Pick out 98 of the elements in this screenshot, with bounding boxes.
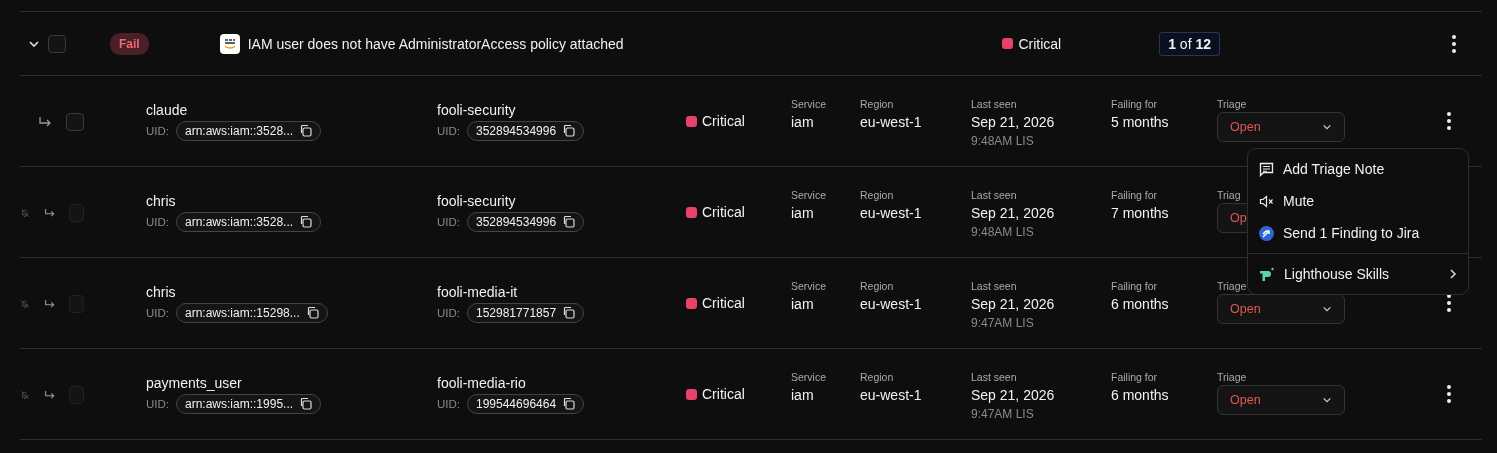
severity-label: Critical xyxy=(702,386,745,402)
field-label: Service xyxy=(791,98,827,110)
field-label: Region xyxy=(860,98,895,110)
more-icon[interactable] xyxy=(1452,34,1456,53)
copy-icon[interactable] xyxy=(299,397,313,410)
duration-value: 7 months xyxy=(1111,205,1170,221)
uid-label: UID: xyxy=(146,215,169,228)
resource-name: payments_user xyxy=(146,374,243,391)
uid-chip: arn:aws:iam::3528... xyxy=(176,211,322,232)
copy-icon[interactable] xyxy=(562,306,576,319)
uid-chip: 352894534996 xyxy=(467,120,585,141)
region-value: eu-west-1 xyxy=(860,296,923,312)
field-label: Triage xyxy=(1217,371,1248,383)
sparkle-logo-icon xyxy=(1259,266,1275,282)
uid-label: UID: xyxy=(437,215,460,228)
resource-name: chris xyxy=(146,192,177,209)
copy-icon[interactable] xyxy=(305,306,319,319)
field-label: Triage xyxy=(1217,98,1248,110)
uid-chip: arn:aws:iam::3528... xyxy=(176,120,322,141)
time-value: 9:48AM LIS xyxy=(971,225,1035,239)
service-value: iam xyxy=(791,296,815,312)
menu-item[interactable]: Send 1 Finding to Jira xyxy=(1248,217,1468,249)
copy-icon[interactable] xyxy=(562,397,576,410)
menu-item[interactable]: Add Triage Note xyxy=(1248,153,1468,185)
status-badge: Fail xyxy=(110,32,149,55)
child-arrow-icon xyxy=(43,298,56,310)
resource-name: claude xyxy=(146,101,189,118)
field-label: Last seen xyxy=(971,98,1018,110)
menu-item[interactable]: Lighthouse Skills xyxy=(1248,258,1468,290)
menu-item[interactable]: Mute xyxy=(1248,185,1468,217)
field-label: Region xyxy=(860,371,895,383)
copy-icon[interactable] xyxy=(299,124,313,137)
copy-icon[interactable] xyxy=(562,124,576,137)
triage-select[interactable]: Open xyxy=(1217,112,1345,142)
time-value: 9:47AM LIS xyxy=(971,407,1035,421)
uid-chip: 352894534996 xyxy=(467,211,585,232)
field-label: Region xyxy=(860,189,895,201)
severity-label: Critical xyxy=(702,295,745,311)
child-arrow-icon xyxy=(43,389,56,401)
region-value: eu-west-1 xyxy=(860,205,923,221)
uid-label: UID: xyxy=(146,124,169,137)
date-value: Sep 21, 2026 xyxy=(971,114,1056,130)
field-label: Failing for xyxy=(1111,98,1159,110)
chevron-icon xyxy=(1322,395,1332,405)
resource-name: chris xyxy=(146,283,177,300)
account-name: fooli-media-rio xyxy=(437,374,527,391)
field-label: Service xyxy=(791,371,827,383)
time-value: 9:47AM LIS xyxy=(971,316,1035,330)
service-value: iam xyxy=(791,205,815,221)
uid-label: UID: xyxy=(437,397,460,410)
account-name: fooli-security xyxy=(437,101,517,118)
child-arrow-icon xyxy=(38,116,52,128)
uid-chip: 199544696464 xyxy=(467,393,585,414)
uid-label: UID: xyxy=(146,397,169,410)
duration-value: 6 months xyxy=(1111,296,1170,312)
uid-label: UID: xyxy=(437,306,460,319)
field-label: Last seen xyxy=(971,189,1018,201)
finding-title: IAM user does not have AdministratorAccess policy attached xyxy=(247,35,624,52)
field-label: Last seen xyxy=(971,280,1018,292)
checkbox[interactable] xyxy=(66,113,84,131)
duration-value: 6 months xyxy=(1111,387,1170,403)
note-icon xyxy=(1259,161,1274,177)
mute-icon xyxy=(1259,193,1274,209)
uid-chip: arn:aws:iam::1995... xyxy=(176,393,322,414)
field-label: Region xyxy=(860,280,895,292)
cloud-logo-icon xyxy=(219,33,240,54)
severity-label: Critical xyxy=(1018,35,1062,52)
service-value: iam xyxy=(791,387,815,403)
more-icon[interactable] xyxy=(1447,112,1451,130)
account-name: fooli-security xyxy=(437,192,517,209)
time-value: 9:48AM LIS xyxy=(971,134,1035,148)
field-label: Failing for xyxy=(1111,280,1159,292)
field-label: Last seen xyxy=(971,371,1018,383)
field-label: Triage xyxy=(1217,280,1248,292)
duration-value: 5 months xyxy=(1111,114,1170,130)
uid-label: UID: xyxy=(437,124,460,137)
field-label: Service xyxy=(791,189,827,201)
region-value: eu-west-1 xyxy=(860,114,923,130)
severity-label: Critical xyxy=(702,204,745,220)
severity-label: Critical xyxy=(702,113,745,129)
region-value: eu-west-1 xyxy=(860,387,923,403)
field-label: Service xyxy=(791,280,827,292)
field-label: Failing for xyxy=(1111,371,1159,383)
uid-chip: 152981771857 xyxy=(467,302,585,323)
date-value: Sep 21, 2026 xyxy=(971,387,1056,403)
checkbox[interactable] xyxy=(48,34,66,53)
field-label: Failing for xyxy=(1111,189,1159,201)
uid-label: UID: xyxy=(146,306,169,319)
chevron-icon xyxy=(1322,122,1332,132)
account-name: fooli-media-it xyxy=(437,283,519,300)
date-value: Sep 21, 2026 xyxy=(971,205,1056,221)
arrows-app-icon xyxy=(1259,225,1274,241)
service-value: iam xyxy=(791,114,815,130)
uid-chip: arn:aws:iam::15298... xyxy=(176,302,328,323)
chevron-icon xyxy=(1322,304,1332,314)
count-badge: 1 of 12 xyxy=(1159,31,1220,56)
child-arrow-icon xyxy=(43,207,56,219)
date-value: Sep 21, 2026 xyxy=(971,296,1056,312)
